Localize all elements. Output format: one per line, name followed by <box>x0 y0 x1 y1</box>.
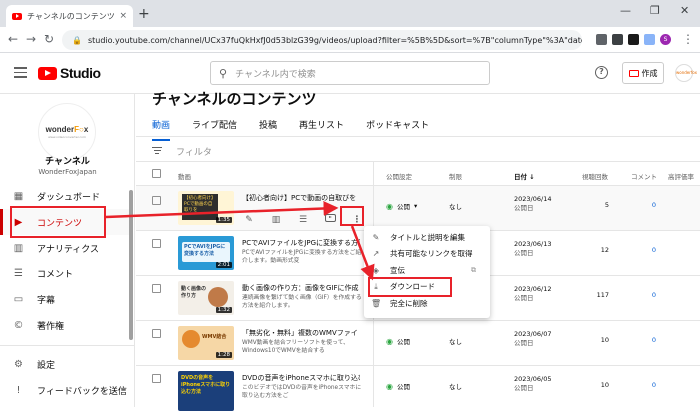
annotation-arrows <box>105 200 375 281</box>
arrow-to-options <box>105 200 339 219</box>
arrow-to-download <box>350 225 375 281</box>
